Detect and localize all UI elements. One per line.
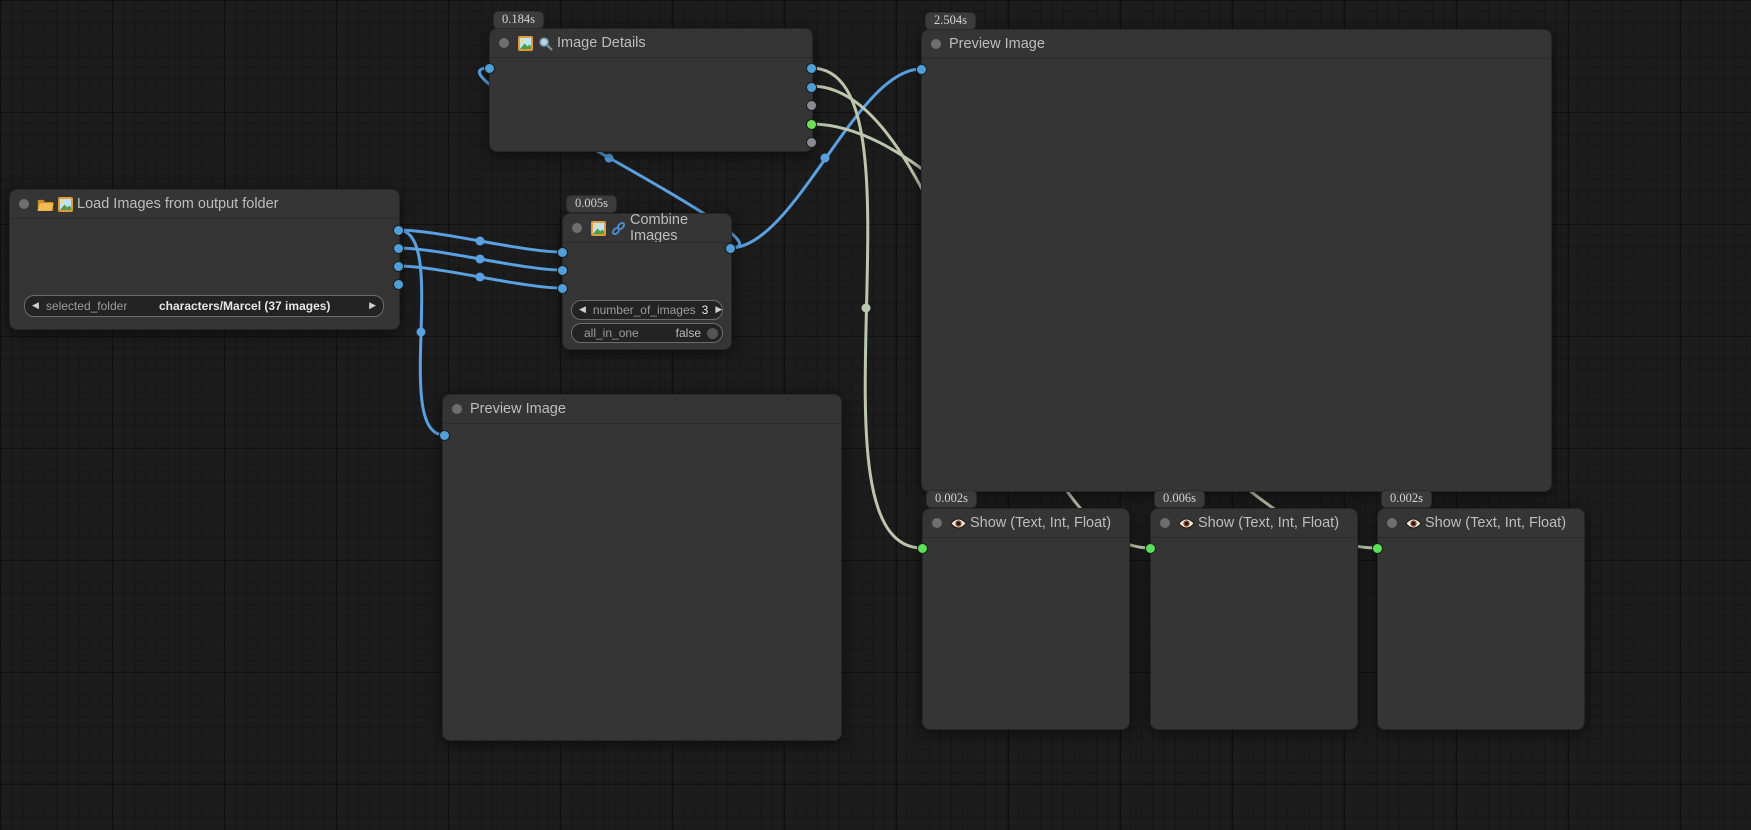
node-title-text: Preview Image (470, 401, 566, 417)
eye-icon (950, 516, 967, 531)
exec-time-badge: 0.184s (493, 11, 544, 29)
exec-time-badge: 2.504s (925, 12, 976, 30)
node-show-header[interactable]: Show (Text, Int, Float) (1151, 509, 1357, 537)
output-slot-all[interactable] (806, 137, 817, 148)
node-preview-image-small[interactable]: Preview Image (442, 394, 842, 741)
header-divider (922, 58, 1551, 59)
output-slot-images-resolution-4[interactable] (393, 279, 404, 290)
header-divider (10, 218, 399, 219)
output-slot-has_transparency[interactable] (806, 100, 817, 111)
node-title-text: Image Details (557, 35, 646, 51)
node-show-header[interactable]: Show (Text, Int, Float) (1378, 509, 1584, 537)
selected-folder-widget[interactable]: ◀ selected_folder characters/Marcel (37 … (24, 295, 384, 317)
header-divider (443, 423, 841, 424)
node-preview-large-header[interactable]: Preview Image (922, 30, 1551, 58)
exec-time-badge: 0.005s (566, 195, 617, 213)
node-title-text: Load Images from output folder (77, 196, 279, 212)
toggle-knob[interactable] (707, 328, 718, 339)
node-image-details-header[interactable]: Image Details (490, 29, 812, 57)
input-slot-text_int_float[interactable] (1372, 543, 1383, 554)
node-preview-small-header[interactable]: Preview Image (443, 395, 841, 423)
eye-icon (1178, 516, 1195, 531)
number-of-images-value: 3 (702, 303, 709, 317)
eye-icon (1405, 516, 1422, 531)
output-slot-orientation[interactable] (806, 119, 817, 130)
decrement-arrow-icon[interactable]: ◀ (25, 301, 46, 311)
magnifier-icon (537, 36, 554, 51)
input-slot-image_input[interactable] (484, 63, 495, 74)
folder-icon (37, 197, 54, 212)
number-of-images-widget[interactable]: ◀ number_of_images 3 ▶ (571, 300, 723, 320)
input-slot-image_1[interactable] (557, 247, 568, 258)
collapse-dot[interactable] (1387, 518, 1397, 528)
node-combine-images[interactable]: Combine Images ◀ number_of_images 3 ▶ al… (562, 213, 732, 350)
exec-time-badge: 0.006s (1154, 490, 1205, 508)
image-icon (590, 221, 607, 236)
input-slot-text_int_float[interactable] (1145, 543, 1156, 554)
input-slot-image_2[interactable] (557, 265, 568, 276)
node-show-text-int-float-1[interactable]: Show (Text, Int, Float) (922, 508, 1130, 730)
header-divider (490, 57, 812, 58)
output-slot-width[interactable] (806, 63, 817, 74)
input-slot-images-small[interactable] (439, 430, 450, 441)
widget-label: number_of_images (593, 303, 696, 317)
exec-time-badge: 0.002s (1381, 490, 1432, 508)
selected-folder-value: characters/Marcel (37 images) (159, 299, 330, 313)
node-title-text: Combine Images (630, 212, 731, 244)
input-slot-image_3[interactable] (557, 283, 568, 294)
collapse-dot[interactable] (931, 39, 941, 49)
output-slot-images-resolution-3[interactable] (393, 261, 404, 272)
node-title-text: Show (Text, Int, Float) (1425, 515, 1566, 531)
header-divider (1378, 537, 1584, 538)
image-icon (57, 197, 74, 212)
comfyui-node-canvas[interactable]: Load Images from output folder ◀ selecte… (0, 0, 1751, 830)
header-divider (563, 242, 731, 243)
header-divider (923, 537, 1129, 538)
collapse-dot[interactable] (19, 199, 29, 209)
node-title-text: Show (Text, Int, Float) (1198, 515, 1339, 531)
node-title-text: Show (Text, Int, Float) (970, 515, 1111, 531)
increment-arrow-icon[interactable]: ▶ (362, 301, 383, 311)
node-show-text-int-float-2[interactable]: Show (Text, Int, Float) (1150, 508, 1358, 730)
node-combine-images-header[interactable]: Combine Images (563, 214, 731, 242)
collapse-dot[interactable] (1160, 518, 1170, 528)
node-show-header[interactable]: Show (Text, Int, Float) (923, 509, 1129, 537)
node-show-text-int-float-3[interactable]: Show (Text, Int, Float) (1377, 508, 1585, 730)
input-slot-images-large[interactable] (916, 64, 927, 75)
output-slot-image[interactable] (725, 243, 736, 254)
image-icon (517, 36, 534, 51)
collapse-dot[interactable] (572, 223, 582, 233)
all-in-one-toggle[interactable]: all_in_one false (571, 323, 723, 343)
node-title-text: Preview Image (949, 36, 1045, 52)
collapse-dot[interactable] (932, 518, 942, 528)
collapse-dot[interactable] (452, 404, 462, 414)
exec-time-badge: 0.002s (926, 490, 977, 508)
node-image-details[interactable]: Image Details (489, 28, 813, 152)
node-load-images-header[interactable]: Load Images from output folder (10, 190, 399, 218)
collapse-dot[interactable] (499, 38, 509, 48)
output-slot-height[interactable] (806, 82, 817, 93)
header-divider (1151, 537, 1357, 538)
output-slot-images-resolution-1[interactable] (393, 225, 404, 236)
widget-label: selected_folder (46, 299, 127, 313)
decrement-arrow-icon[interactable]: ◀ (572, 305, 593, 315)
increment-arrow-icon[interactable]: ▶ (708, 305, 729, 315)
link-icon (610, 221, 627, 236)
input-slot-text_int_float[interactable] (917, 543, 928, 554)
node-preview-image-large[interactable]: Preview Image (921, 29, 1552, 492)
output-slot-images-resolution-2[interactable] (393, 243, 404, 254)
widget-label: all_in_one (584, 326, 639, 340)
all-in-one-value: false (676, 326, 701, 340)
node-load-images[interactable]: Load Images from output folder ◀ selecte… (9, 189, 400, 330)
